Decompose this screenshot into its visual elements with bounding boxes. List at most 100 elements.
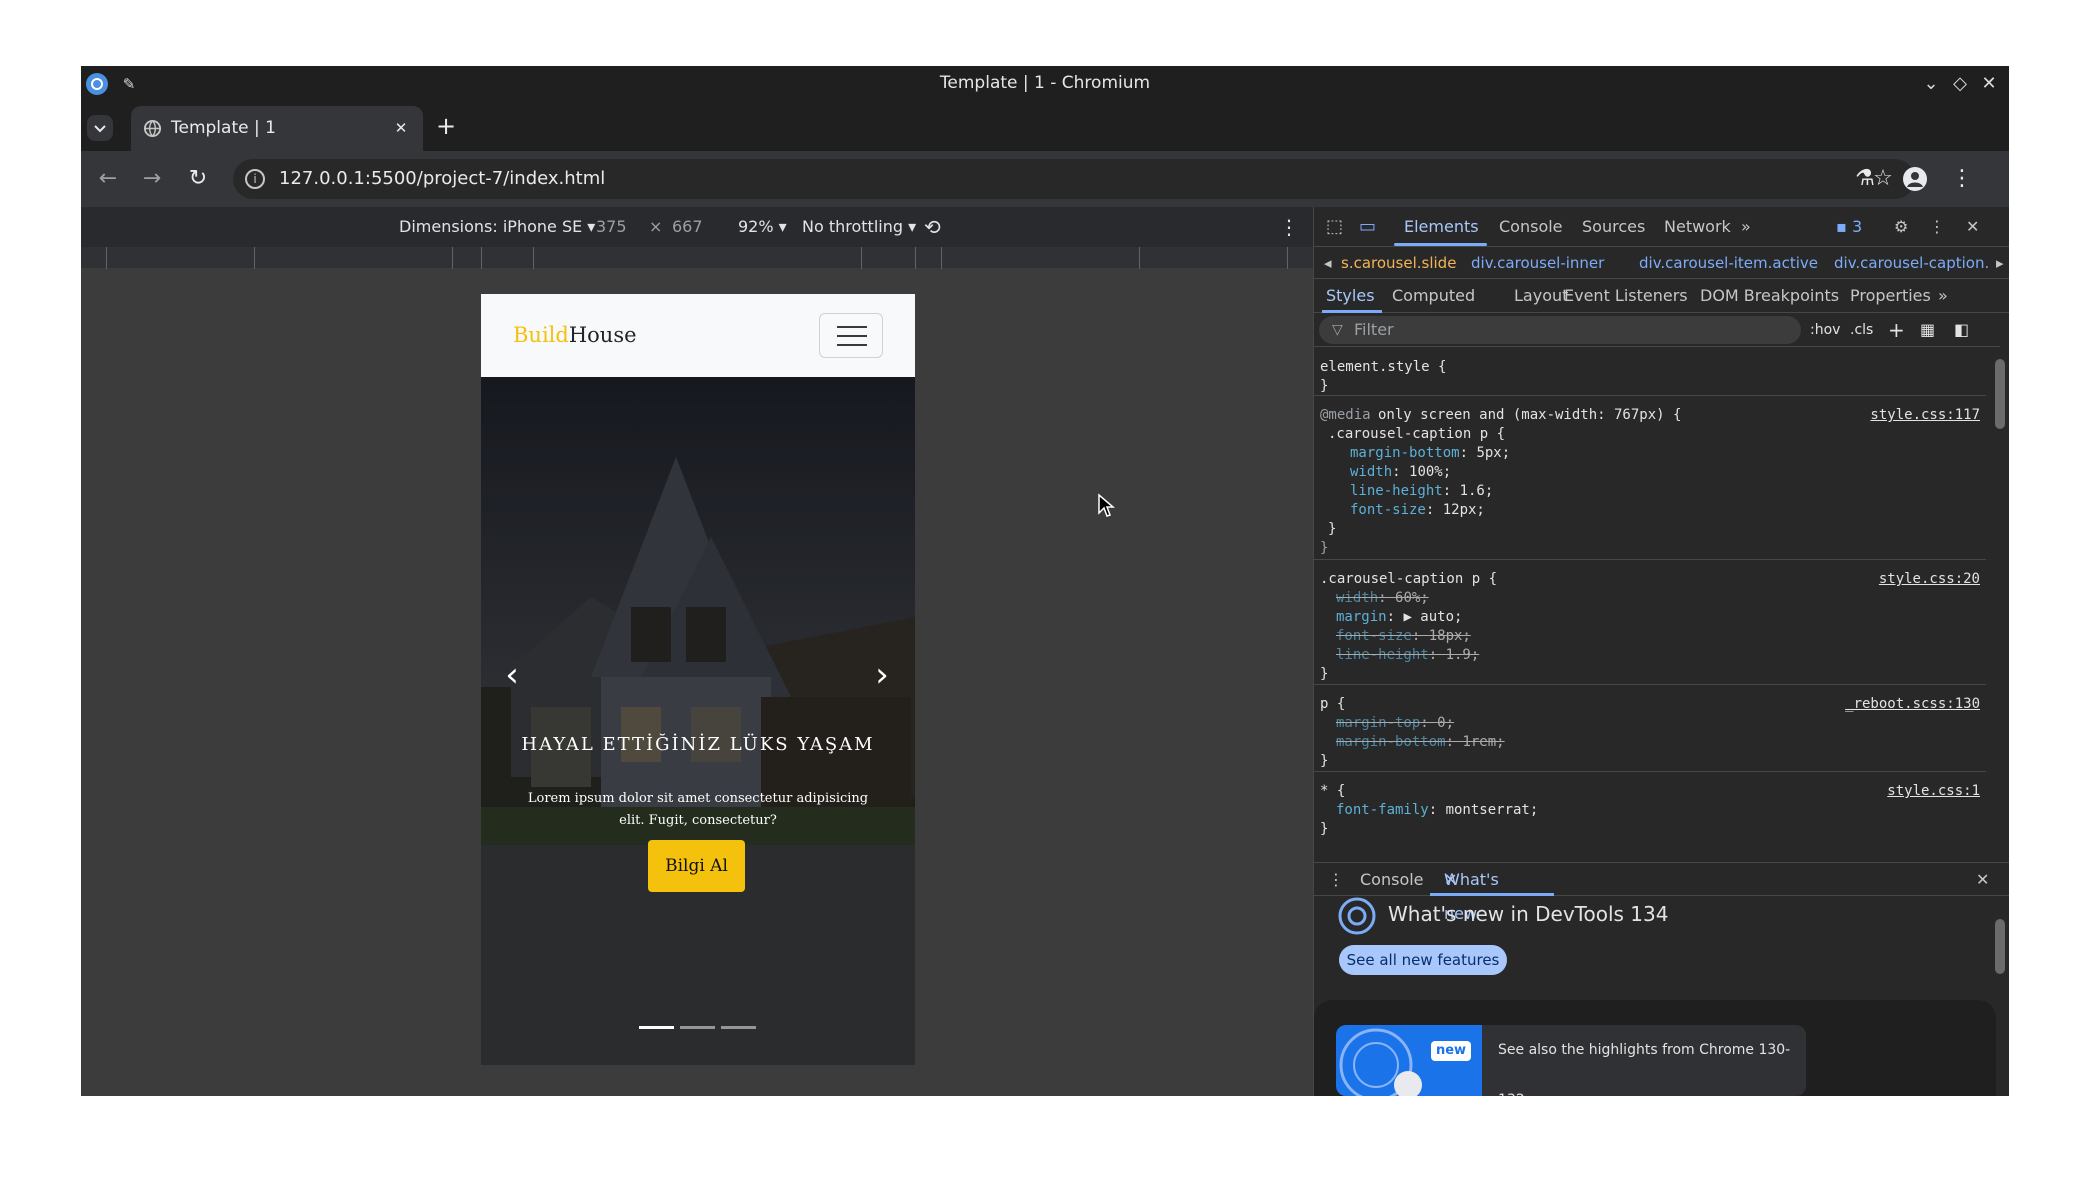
breadcrumb: ◂ s.carousel.slide div.carousel-inner di… <box>1314 247 2009 279</box>
rule-element-style: element.style { } <box>1314 347 1986 396</box>
inspect-element-icon[interactable]: ⬚ <box>1326 207 1343 247</box>
carousel-next-icon[interactable]: › <box>867 655 897 695</box>
reload-icon[interactable]: ↻ <box>184 165 212 193</box>
highlights-card[interactable]: new See also the highlights from Chrome … <box>1336 1025 1806 1096</box>
throttling-select[interactable]: No throttling ▾ <box>802 207 916 247</box>
dimensions-select[interactable]: Dimensions: iPhone SE ▾ <box>399 207 595 247</box>
device-toolbar-more-icon[interactable]: ⋮ <box>1279 207 1299 247</box>
breadcrumb-right-icon[interactable]: ▸ <box>1996 247 2004 279</box>
crumb-carousel-item[interactable]: div.carousel-item.active <box>1639 247 1818 279</box>
styles-filter-bar: ▽ Filter :hov .cls + ▦ ◧ <box>1314 313 2000 347</box>
css-prop-font-family[interactable]: font-family: montserrat; <box>1336 801 1538 820</box>
css-prop-margin-bottom-struck[interactable]: margin-bottom: 1rem; <box>1336 733 1505 752</box>
tab-search-button[interactable] <box>87 115 113 141</box>
carousel-indicator-1[interactable] <box>639 1026 674 1029</box>
drawer-scrollbar[interactable] <box>1995 919 2005 974</box>
carousel-indicator-3[interactable] <box>721 1026 756 1029</box>
paint-brush-icon[interactable]: ▦ <box>1920 313 1935 347</box>
forward-icon[interactable]: → <box>138 165 166 193</box>
new-tab-button[interactable]: + <box>433 113 459 139</box>
rule3-source-link[interactable]: _reboot.scss:130 <box>1845 695 1980 714</box>
drawer-close-icon[interactable]: ✕ <box>1976 863 1989 897</box>
rule4-source-link[interactable]: style.css:1 <box>1887 782 1980 801</box>
back-icon[interactable]: ← <box>94 165 122 193</box>
styles-subtabs: Styles Computed Layout Event Listeners D… <box>1314 279 2009 313</box>
rotate-icon[interactable]: ⟲ <box>924 207 941 247</box>
css-prop-margin-bottom[interactable]: margin-bottom: 5px; <box>1350 444 1510 463</box>
devtools-more-icon[interactable]: ⋮ <box>1929 207 1945 247</box>
filter-funnel-icon: ▽ <box>1332 322 1343 338</box>
hamburger-menu-button[interactable] <box>819 313 883 358</box>
css-prop-font-size[interactable]: font-size: 12px; <box>1350 501 1485 520</box>
cls-toggle[interactable]: .cls <box>1850 313 1873 347</box>
css-prop-margin-top-struck[interactable]: margin-top: 0; <box>1336 714 1454 733</box>
width-input[interactable]: 375 <box>596 207 627 247</box>
cta-button[interactable]: Bilgi Al <box>648 840 745 892</box>
window-title: Template | 1 - Chromium <box>939 73 1151 93</box>
labs-flask-icon[interactable]: ⚗ <box>1851 165 1879 193</box>
drawer-tab-console[interactable]: Console <box>1360 863 1424 897</box>
tab-sources[interactable]: Sources <box>1582 207 1645 247</box>
css-prop-line-height[interactable]: line-height: 1.6; <box>1350 482 1493 501</box>
subtab-layout[interactable]: Layout <box>1514 279 1568 313</box>
crumb-carousel-slide[interactable]: s.carousel.slide <box>1341 247 1456 279</box>
devtools-panel: ⬚ ▭ Elements Console Sources Network » ▪… <box>1313 207 2009 1096</box>
subtab-styles[interactable]: Styles <box>1326 279 1375 313</box>
styles-pane: element.style { } @media only screen and… <box>1314 347 1986 847</box>
url-text: 127.0.0.1:5500/project-7/index.html <box>279 168 606 189</box>
tab-active[interactable]: Template | 1 ✕ <box>131 106 423 151</box>
carousel-indicator-2[interactable] <box>680 1026 715 1029</box>
site-navbar: BuildHouse <box>481 294 915 377</box>
site-brand[interactable]: BuildHouse <box>513 294 637 377</box>
see-all-features-button[interactable]: See all new features <box>1339 945 1507 975</box>
more-tabs-icon[interactable]: » <box>1741 207 1751 247</box>
menu-kebab-icon[interactable]: ⋮ <box>1948 165 1976 193</box>
media-source-link[interactable]: style.css:117 <box>1870 406 1980 425</box>
tab-console[interactable]: Console <box>1499 207 1563 247</box>
settings-gear-icon[interactable]: ⚙ <box>1894 207 1908 247</box>
devtools-close-icon[interactable]: ✕ <box>1966 207 1979 247</box>
rule2-source-link[interactable]: style.css:20 <box>1879 570 1980 589</box>
subtab-dom-breakpoints[interactable]: DOM Breakpoints <box>1700 279 1839 313</box>
issues-counter[interactable]: ▪ 3 <box>1836 207 1862 247</box>
crumb-carousel-caption[interactable]: div.carousel-caption. <box>1834 247 1989 279</box>
subtab-properties[interactable]: Properties <box>1850 279 1931 313</box>
css-prop-font-size-struck[interactable]: font-size: 18px; <box>1336 627 1471 646</box>
devtools-main-tabs: ⬚ ▭ Elements Console Sources Network » ▪… <box>1314 207 2009 247</box>
tab-network[interactable]: Network <box>1664 207 1731 247</box>
drawer-tab-whats-new[interactable]: What's new ✕ <box>1444 863 1499 923</box>
maximize-icon[interactable]: ◇ <box>1948 72 1972 96</box>
subtab-event-listeners[interactable]: Event Listeners <box>1564 279 1688 313</box>
subtabs-more-icon[interactable]: » <box>1938 279 1948 313</box>
device-toolbar: Dimensions: iPhone SE ▾ 375 × 667 92% ▾ … <box>81 207 1313 247</box>
breadcrumb-left-icon[interactable]: ◂ <box>1324 247 1332 279</box>
close-window-icon[interactable]: ✕ <box>1977 72 2001 96</box>
hov-toggle[interactable]: :hov <box>1810 313 1840 347</box>
chevron-down-icon <box>94 125 106 133</box>
site-info-icon[interactable]: i <box>245 169 265 189</box>
subtab-computed[interactable]: Computed <box>1392 279 1475 313</box>
minimize-icon[interactable]: ⌄ <box>1919 72 1943 96</box>
rule-universal: * { style.css:1 font-family: montserrat;… <box>1314 772 1986 842</box>
carousel-prev-icon[interactable]: ‹ <box>497 655 527 695</box>
tab-elements[interactable]: Elements <box>1404 207 1479 247</box>
highlights-text: See also the highlights from Chrome 130-… <box>1498 1042 1791 1096</box>
css-prop-width[interactable]: width: 100%; <box>1350 463 1451 482</box>
css-prop-margin[interactable]: margin: ▶ auto; <box>1336 608 1462 627</box>
new-rule-icon[interactable]: + <box>1888 313 1905 347</box>
height-input[interactable]: 667 <box>672 207 703 247</box>
address-bar[interactable]: i 127.0.0.1:5500/project-7/index.html ☆ <box>233 159 1915 199</box>
sidebar-toggle-icon[interactable]: ◧ <box>1954 313 1969 347</box>
device-viewport: BuildHouse ‹ › HAYAL ETTİĞİNİZ LÜKS YAŞA… <box>81 269 1313 1096</box>
profile-icon[interactable] <box>1901 165 1929 193</box>
drawer-menu-icon[interactable]: ⋮ <box>1328 863 1344 897</box>
css-prop-line-height-struck[interactable]: line-height: 1.9; <box>1336 646 1479 665</box>
css-prop-width-struck[interactable]: width: 60%; <box>1336 589 1429 608</box>
zoom-select[interactable]: 92% ▾ <box>738 207 787 247</box>
tab-close-icon[interactable]: ✕ <box>391 118 411 138</box>
element-style-close: } <box>1320 378 1329 394</box>
browser-toolbar: ← → ↻ i 127.0.0.1:5500/project-7/index.h… <box>81 151 2009 207</box>
crumb-carousel-inner[interactable]: div.carousel-inner <box>1471 247 1604 279</box>
styles-scrollbar[interactable] <box>1995 359 2005 429</box>
device-toggle-icon[interactable]: ▭ <box>1359 207 1376 247</box>
